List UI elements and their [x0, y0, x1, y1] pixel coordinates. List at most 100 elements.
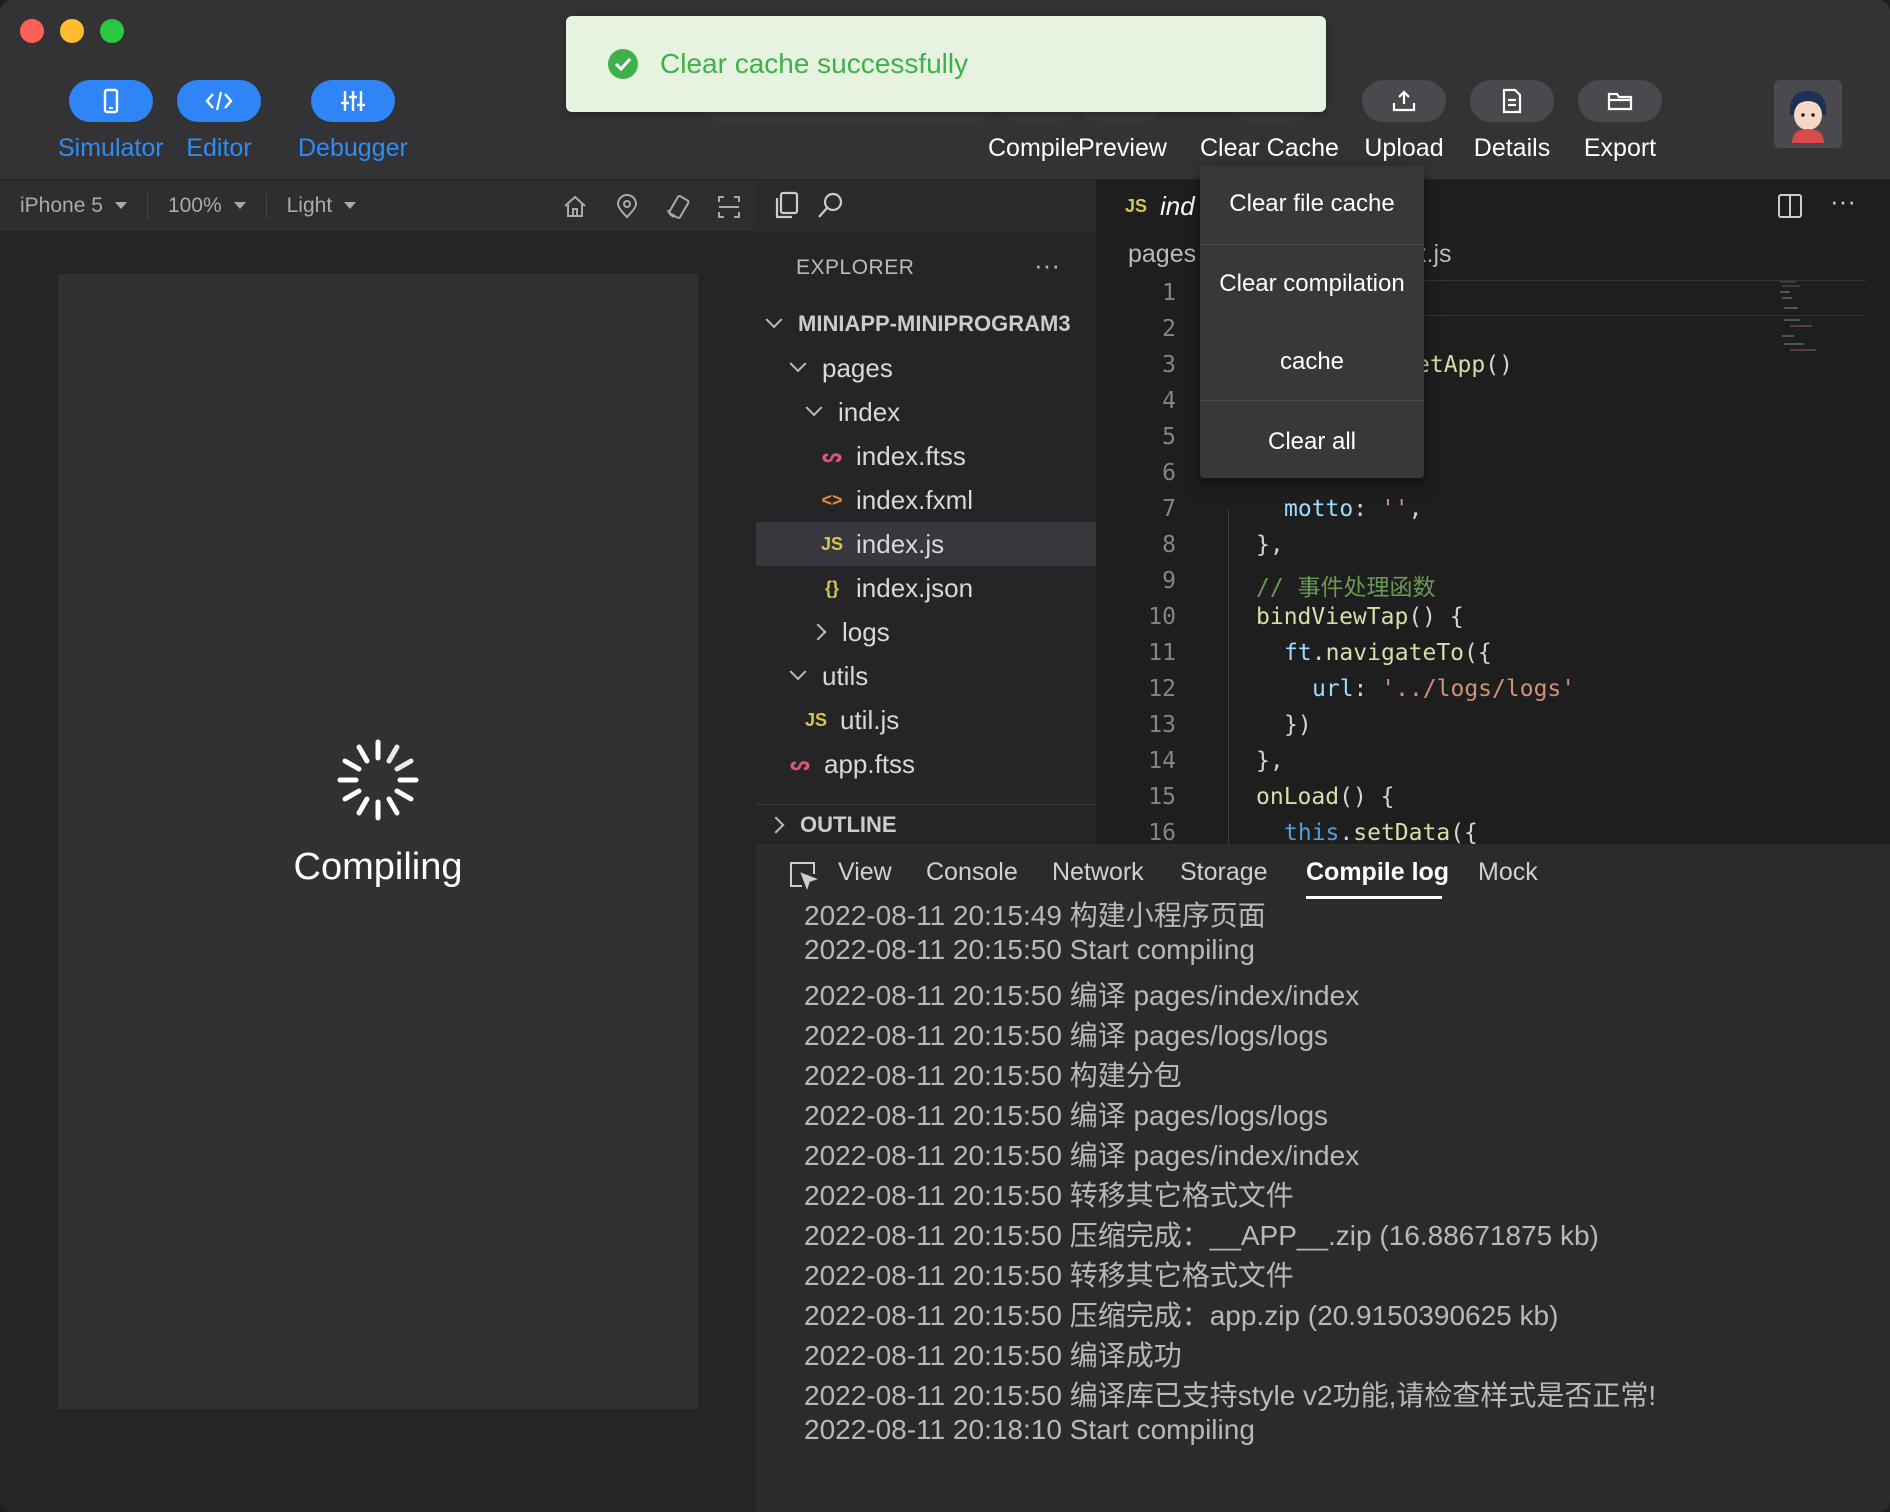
preview-label: Preview [1078, 134, 1167, 162]
tree-folder-utils[interactable]: utils [756, 654, 1096, 698]
details-button[interactable]: Details [1470, 80, 1554, 163]
json-file-icon: {} [824, 577, 839, 598]
editor-more-icon[interactable]: ··· [1830, 186, 1856, 217]
tree-label: index [838, 396, 901, 427]
markup-file-icon: <> [821, 489, 843, 510]
compile-label: Compile [988, 134, 1080, 162]
check-circle-icon [608, 49, 638, 79]
success-toast: Clear cache successfully [566, 16, 1326, 112]
home-icon[interactable] [562, 194, 588, 220]
tree-folder-index[interactable]: index [756, 390, 1096, 434]
device-select[interactable]: iPhone 5 [20, 194, 127, 218]
upload-button[interactable]: Upload [1362, 80, 1446, 163]
line-number: 1 [1162, 280, 1176, 306]
explorer-panel: EXPLORER ··· MINIAPP-MINIPROGRAM3 pages … [756, 232, 1096, 844]
tree-label: pages [822, 352, 893, 383]
line-number: 9 [1162, 568, 1176, 594]
folder-icon [1578, 80, 1662, 122]
export-button[interactable]: Export [1578, 80, 1662, 163]
menu-item-clear-compilation-cache-continued[interactable]: cache [1200, 348, 1424, 376]
line-number: 2 [1162, 316, 1176, 342]
style-file-icon: ᔕ [789, 753, 811, 774]
zoom-value: 100% [167, 193, 222, 217]
outline-section[interactable]: OUTLINE [756, 804, 1096, 844]
tree-file-index-json[interactable]: {} index.json [756, 566, 1096, 610]
outline-label: OUTLINE [800, 811, 897, 837]
tab-storage[interactable]: Storage [1180, 858, 1268, 887]
tab-view[interactable]: View [838, 858, 892, 887]
line-number: 6 [1162, 460, 1176, 486]
minimap[interactable] [1776, 278, 1836, 368]
device-value: iPhone 5 [20, 193, 103, 217]
line-number: 3 [1162, 352, 1176, 378]
tree-file-index-ftss[interactable]: ᔕ index.ftss [756, 434, 1096, 478]
rotate-icon[interactable] [666, 194, 692, 220]
divider [146, 192, 148, 219]
code-text: this.setData({ [1284, 820, 1478, 844]
theme-select[interactable]: Light [287, 194, 357, 218]
phone-screen[interactable] [58, 274, 698, 1409]
more-icon[interactable]: ··· [1034, 250, 1060, 281]
user-avatar[interactable] [1774, 80, 1842, 148]
log-entry: 2022-08-11 20:18:10 Start compiling [804, 1414, 1255, 1445]
files-icon[interactable] [772, 190, 802, 220]
log-entry: 2022-08-11 20:15:50 编译 pages/index/index [804, 1140, 1360, 1171]
tree-folder-pages[interactable]: pages [756, 346, 1096, 390]
tab-label: ind [1160, 190, 1195, 221]
tree-file-index-fxml[interactable]: <> index.fxml [756, 478, 1096, 522]
log-entry: 2022-08-11 20:15:49 构建小程序页面 [804, 900, 1266, 931]
zoom-select[interactable]: 100% [168, 194, 246, 218]
clear-cache-label: Clear Cache [1200, 134, 1339, 162]
menu-item-clear-compilation-cache[interactable]: Clear compilation [1200, 270, 1424, 298]
tree-file-index-js[interactable]: JS index.js [756, 522, 1096, 566]
export-label: Export [1583, 134, 1657, 162]
debugger-button[interactable]: Debugger [298, 80, 408, 163]
code-text: ft.navigateTo({ [1284, 640, 1492, 666]
document-icon [1470, 80, 1554, 122]
chevron-right-icon [809, 623, 827, 641]
editor-label: Editor [186, 134, 252, 162]
menu-divider [1200, 400, 1424, 401]
simulator-toolbar: iPhone 5 100% Light [0, 180, 756, 232]
code-icon [177, 80, 261, 122]
line-number: 11 [1148, 640, 1176, 666]
chevron-down-icon [765, 311, 783, 329]
tree-file-app-ftss[interactable]: ᔕ app.ftss [756, 742, 1096, 786]
editor-button[interactable]: Editor [177, 80, 261, 163]
log-entry: 2022-08-11 20:15:50 压缩完成：app.zip (20.915… [804, 1300, 1559, 1331]
menu-divider [1200, 244, 1424, 245]
tree-file-util-js[interactable]: JS util.js [756, 698, 1096, 742]
log-entry: 2022-08-11 20:15:50 转移其它格式文件 [804, 1180, 1294, 1211]
project-root[interactable]: MINIAPP-MINIPROGRAM3 [756, 302, 1096, 346]
line-number: 15 [1148, 784, 1176, 810]
code-text: }, [1256, 748, 1284, 774]
line-number: 5 [1162, 424, 1176, 450]
tree-label: index.fxml [856, 484, 974, 515]
clear-cache-menu: Clear file cache Clear compilation cache… [1200, 166, 1424, 478]
tab-console[interactable]: Console [926, 858, 1018, 887]
search-icon[interactable] [816, 190, 846, 220]
upload-label: Upload [1364, 134, 1444, 162]
menu-item-clear-all[interactable]: Clear all [1200, 428, 1424, 456]
tree-label: app.ftss [824, 748, 916, 779]
sliders-icon [310, 80, 395, 122]
tree-label: index.js [856, 528, 945, 559]
chevron-down-icon [805, 399, 823, 417]
tree-folder-logs[interactable]: logs [756, 610, 1096, 654]
split-editor-icon[interactable] [1776, 192, 1804, 220]
log-entry: 2022-08-11 20:15:50 压缩完成：__APP__.zip (16… [804, 1220, 1599, 1251]
location-icon[interactable] [614, 194, 640, 220]
scan-icon[interactable] [716, 194, 742, 220]
line-number: 14 [1148, 748, 1176, 774]
log-entry: 2022-08-11 20:15:50 编译 pages/logs/logs [804, 1020, 1329, 1051]
tab-compile-log[interactable]: Compile log [1306, 858, 1449, 887]
loading-spinner-icon [337, 739, 419, 821]
simulator-button[interactable]: Simulator [58, 80, 164, 163]
breadcrumb[interactable]: pages [1128, 240, 1196, 269]
tab-mock[interactable]: Mock [1478, 858, 1538, 887]
tab-network[interactable]: Network [1052, 858, 1144, 887]
log-entry: 2022-08-11 20:15:50 编译 pages/logs/logs [804, 1100, 1329, 1131]
inspect-element-icon[interactable] [788, 860, 818, 890]
log-entry: 2022-08-11 20:15:50 编译 pages/index/index [804, 980, 1360, 1011]
menu-item-clear-file-cache[interactable]: Clear file cache [1200, 190, 1424, 218]
